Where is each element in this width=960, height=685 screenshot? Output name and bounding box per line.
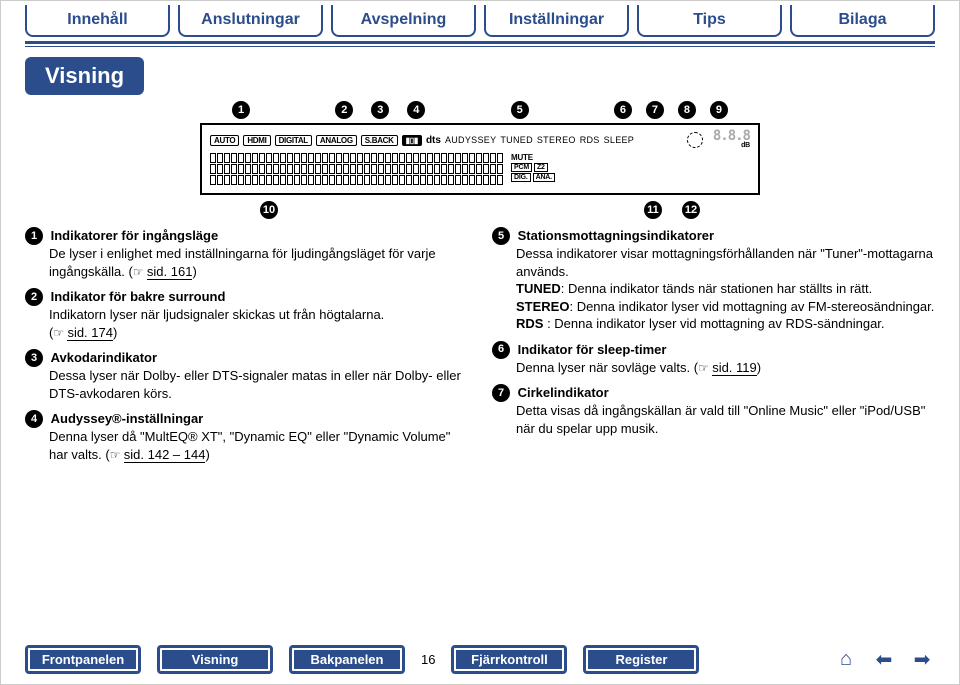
tab-tips[interactable]: Tips xyxy=(637,5,782,37)
badge-z2: Z2 xyxy=(534,163,548,172)
callout-1: 1 xyxy=(232,101,250,119)
badge-digital: DIGITAL xyxy=(275,135,312,146)
nav-visning[interactable]: Visning xyxy=(157,645,273,674)
label-stereo: STEREO xyxy=(537,135,576,145)
nav-bakpanelen[interactable]: Bakpanelen xyxy=(289,645,405,674)
forward-icon[interactable]: ➡ xyxy=(909,649,935,671)
callout-12: 12 xyxy=(682,201,700,219)
page-ref[interactable]: sid. 119 xyxy=(712,360,757,376)
dts-icon: dts xyxy=(426,135,441,146)
right-column: 5 StationsmottagningsindikatorerDessa in… xyxy=(492,227,935,471)
badge-sback: S.BACK xyxy=(361,135,398,146)
callout-5: 5 xyxy=(511,101,529,119)
top-tabs: Innehåll Anslutningar Avspelning Inställ… xyxy=(25,1,935,37)
badge-auto: AUTO xyxy=(210,135,239,146)
segment-display: 8.8.8 xyxy=(713,131,750,141)
tab-bilaga[interactable]: Bilaga xyxy=(790,5,935,37)
nav-frontpanelen[interactable]: Frontpanelen xyxy=(25,645,141,674)
dot-matrix xyxy=(210,153,503,185)
label-tuned: TUNED xyxy=(500,135,533,145)
circle-indicator-icon xyxy=(687,132,703,148)
badge-analog: ANALOG xyxy=(316,135,357,146)
home-icon[interactable]: ⌂ xyxy=(833,649,859,671)
back-icon[interactable]: ⬅ xyxy=(871,649,897,671)
badge-dig: DIG. xyxy=(511,173,531,182)
callout-9: 9 xyxy=(710,101,728,119)
page-ref[interactable]: sid. 161 xyxy=(147,264,193,280)
display-panel: AUTO HDMI DIGITAL ANALOG S.BACK ▮▯▮ dts … xyxy=(200,123,760,195)
callout-3: 3 xyxy=(371,101,389,119)
badge-ana: ANA. xyxy=(533,173,555,182)
dolby-icon: ▮▯▮ xyxy=(402,135,422,146)
badge-pcm: PCM xyxy=(511,163,532,172)
tab-innehall[interactable]: Innehåll xyxy=(25,5,170,37)
label-audyssey: AUDYSSEY xyxy=(445,135,496,145)
display-diagram: 1 2 3 4 5 6 7 8 9 AUTO HDMI DIGITAL ANAL… xyxy=(200,101,760,219)
tab-avspelning[interactable]: Avspelning xyxy=(331,5,476,37)
nav-register[interactable]: Register xyxy=(583,645,699,674)
left-column: 1 Indikatorer för ingångslägeDe lyser i … xyxy=(25,227,468,471)
callout-11: 11 xyxy=(644,201,662,219)
callout-6: 6 xyxy=(614,101,632,119)
label-mute: MUTE xyxy=(511,153,533,162)
tab-anslutningar[interactable]: Anslutningar xyxy=(178,5,323,37)
page-ref[interactable]: sid. 142 – 144 xyxy=(124,447,206,463)
callout-2: 2 xyxy=(335,101,353,119)
page-number: 16 xyxy=(421,652,435,667)
label-db: dB xyxy=(741,142,750,149)
badge-hdmi: HDMI xyxy=(243,135,270,146)
callout-10: 10 xyxy=(260,201,278,219)
nav-fjarrkontroll[interactable]: Fjärrkontroll xyxy=(451,645,567,674)
label-rds: RDS xyxy=(580,135,600,145)
page-ref[interactable]: sid. 174 xyxy=(67,325,113,341)
callout-4: 4 xyxy=(407,101,425,119)
tab-installningar[interactable]: Inställningar xyxy=(484,5,629,37)
label-sleep: SLEEP xyxy=(604,135,635,145)
callout-8: 8 xyxy=(678,101,696,119)
callout-7: 7 xyxy=(646,101,664,119)
bottom-nav: Frontpanelen Visning Bakpanelen 16 Fjärr… xyxy=(25,645,935,674)
section-title: Visning xyxy=(25,57,144,95)
